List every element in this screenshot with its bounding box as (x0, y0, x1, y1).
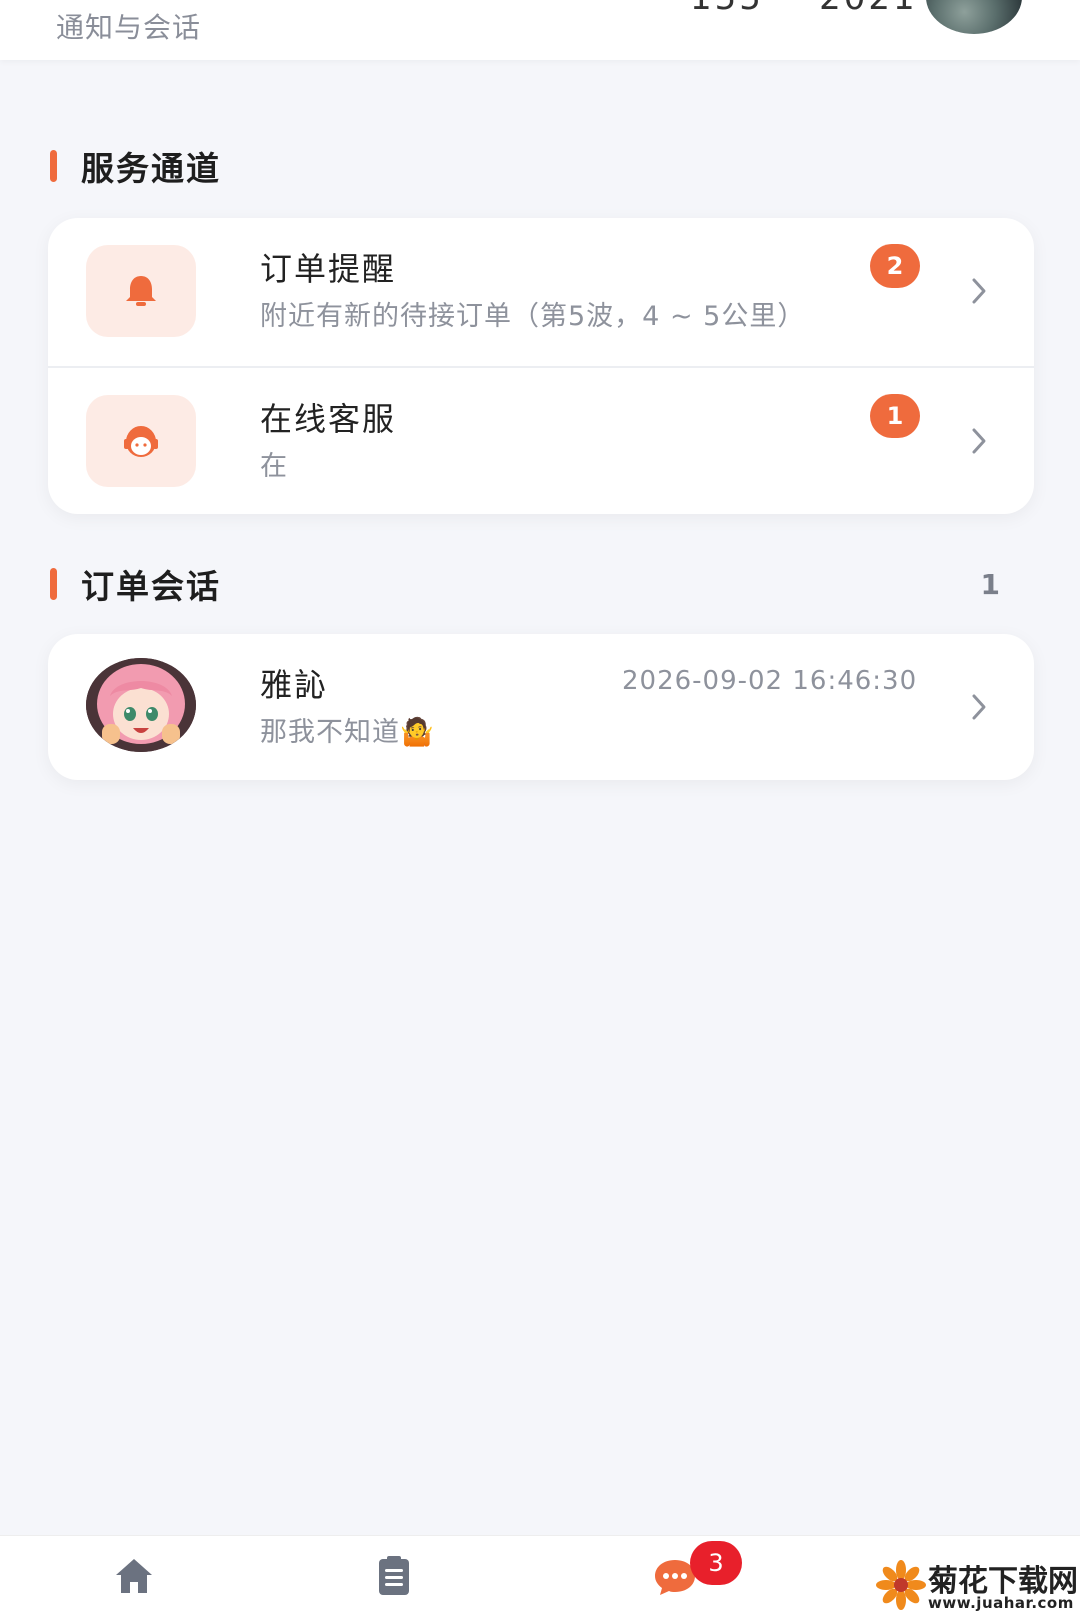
chevron-right-icon (972, 694, 986, 720)
watermark-url: www.juahar.com (928, 1594, 1074, 1612)
contact-avatar (86, 658, 196, 752)
bell-icon (126, 276, 156, 306)
customer-service-title: 在线客服 (260, 400, 397, 438)
top-header: 通知与会话 155 ·· 2021 (0, 0, 1080, 60)
order-section-count: 1 (980, 568, 1000, 601)
section-accent-bar (50, 568, 57, 600)
order-reminder-subtitle: 附近有新的待接订单（第5波，4 ~ 5公里） (260, 301, 806, 332)
home-icon[interactable] (112, 1554, 156, 1598)
watermark: 菊花下载网 www.juahar.com (876, 1556, 1080, 1613)
chevron-right-icon (972, 278, 986, 304)
chevron-right-icon (972, 428, 986, 454)
flower-logo-icon (876, 1560, 926, 1610)
order-reminder-badge: 2 (870, 244, 920, 288)
orders-icon[interactable] (372, 1554, 416, 1598)
section-accent-bar (50, 150, 57, 182)
service-section-label: 服务通道 (81, 149, 221, 188)
service-section-title: 服务通道 (50, 146, 221, 188)
service-item-customer-service[interactable]: 在线客服 在 1 (48, 366, 1034, 514)
service-card: 订单提醒 附近有新的待接订单（第5波，4 ~ 5公里） 2 在线客服 在 1 (48, 218, 1034, 514)
contact-name: 雅訫 (260, 666, 329, 704)
messages-page: 通知与会话 155 ·· 2021 服务通道 订单提醒 附近有新的待接订单（第5… (0, 0, 1080, 1613)
conversation-item[interactable]: 雅訫 2026-09-02 16:46:30 那我不知道🤷 (48, 634, 1034, 780)
bell-icon-box (86, 245, 196, 337)
last-message: 那我不知道🤷 (260, 717, 435, 748)
account-id: 155 ·· 2021 (690, 0, 918, 18)
customer-service-badge: 1 (870, 394, 920, 438)
order-section-label: 订单会话 (81, 567, 221, 606)
message-time: 2026-09-02 16:46:30 (622, 666, 918, 696)
service-item-order-reminder[interactable]: 订单提醒 附近有新的待接订单（第5波，4 ~ 5公里） 2 (48, 218, 1034, 366)
customer-service-icon (124, 425, 158, 457)
header-subtitle: 通知与会话 (56, 11, 202, 44)
customer-service-icon-box (86, 395, 196, 487)
user-avatar[interactable] (926, 0, 1022, 34)
order-conversation-card: 雅訫 2026-09-02 16:46:30 那我不知道🤷 (48, 634, 1034, 780)
customer-service-subtitle: 在 (260, 451, 288, 482)
anime-avatar-image (86, 658, 196, 752)
messages-badge: 3 (690, 1541, 742, 1585)
order-reminder-title: 订单提醒 (260, 250, 397, 288)
order-section-title: 订单会话 (50, 564, 221, 606)
